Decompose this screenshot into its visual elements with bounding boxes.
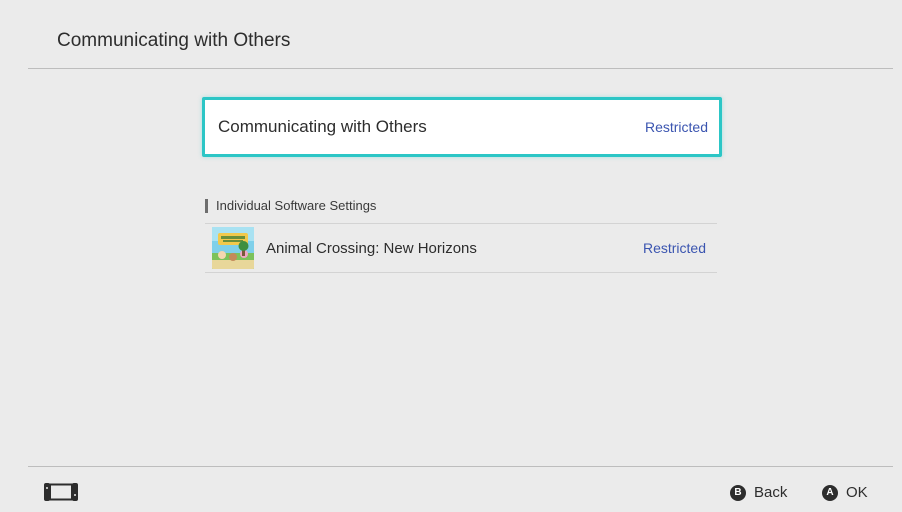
a-button-icon: A — [822, 484, 838, 501]
animal-crossing-thumbnail-icon — [212, 227, 254, 269]
setting-value: Restricted — [644, 119, 708, 135]
ok-button[interactable]: A OK — [822, 484, 868, 501]
switch-console-icon — [44, 483, 78, 506]
software-row-animal-crossing[interactable]: Animal Crossing: New Horizons Restricted — [205, 224, 717, 272]
communicating-with-others-setting[interactable]: Communicating with Others Restricted — [202, 97, 722, 157]
b-button-icon: B — [730, 484, 746, 501]
setting-label: Communicating with Others — [218, 117, 427, 136]
header-divider — [28, 68, 893, 69]
row-divider — [205, 272, 717, 273]
software-value: Restricted — [642, 240, 706, 256]
section-marker — [205, 198, 208, 213]
ok-label: OK — [846, 484, 868, 501]
back-button[interactable]: B Back — [730, 484, 787, 501]
software-name: Animal Crossing: New Horizons — [266, 239, 477, 257]
section-heading: Individual Software Settings — [205, 198, 376, 213]
back-label: Back — [754, 484, 788, 501]
section-heading-label: Individual Software Settings — [216, 198, 377, 213]
footer-divider — [28, 466, 893, 467]
page-title: Communicating with Others — [57, 30, 291, 51]
